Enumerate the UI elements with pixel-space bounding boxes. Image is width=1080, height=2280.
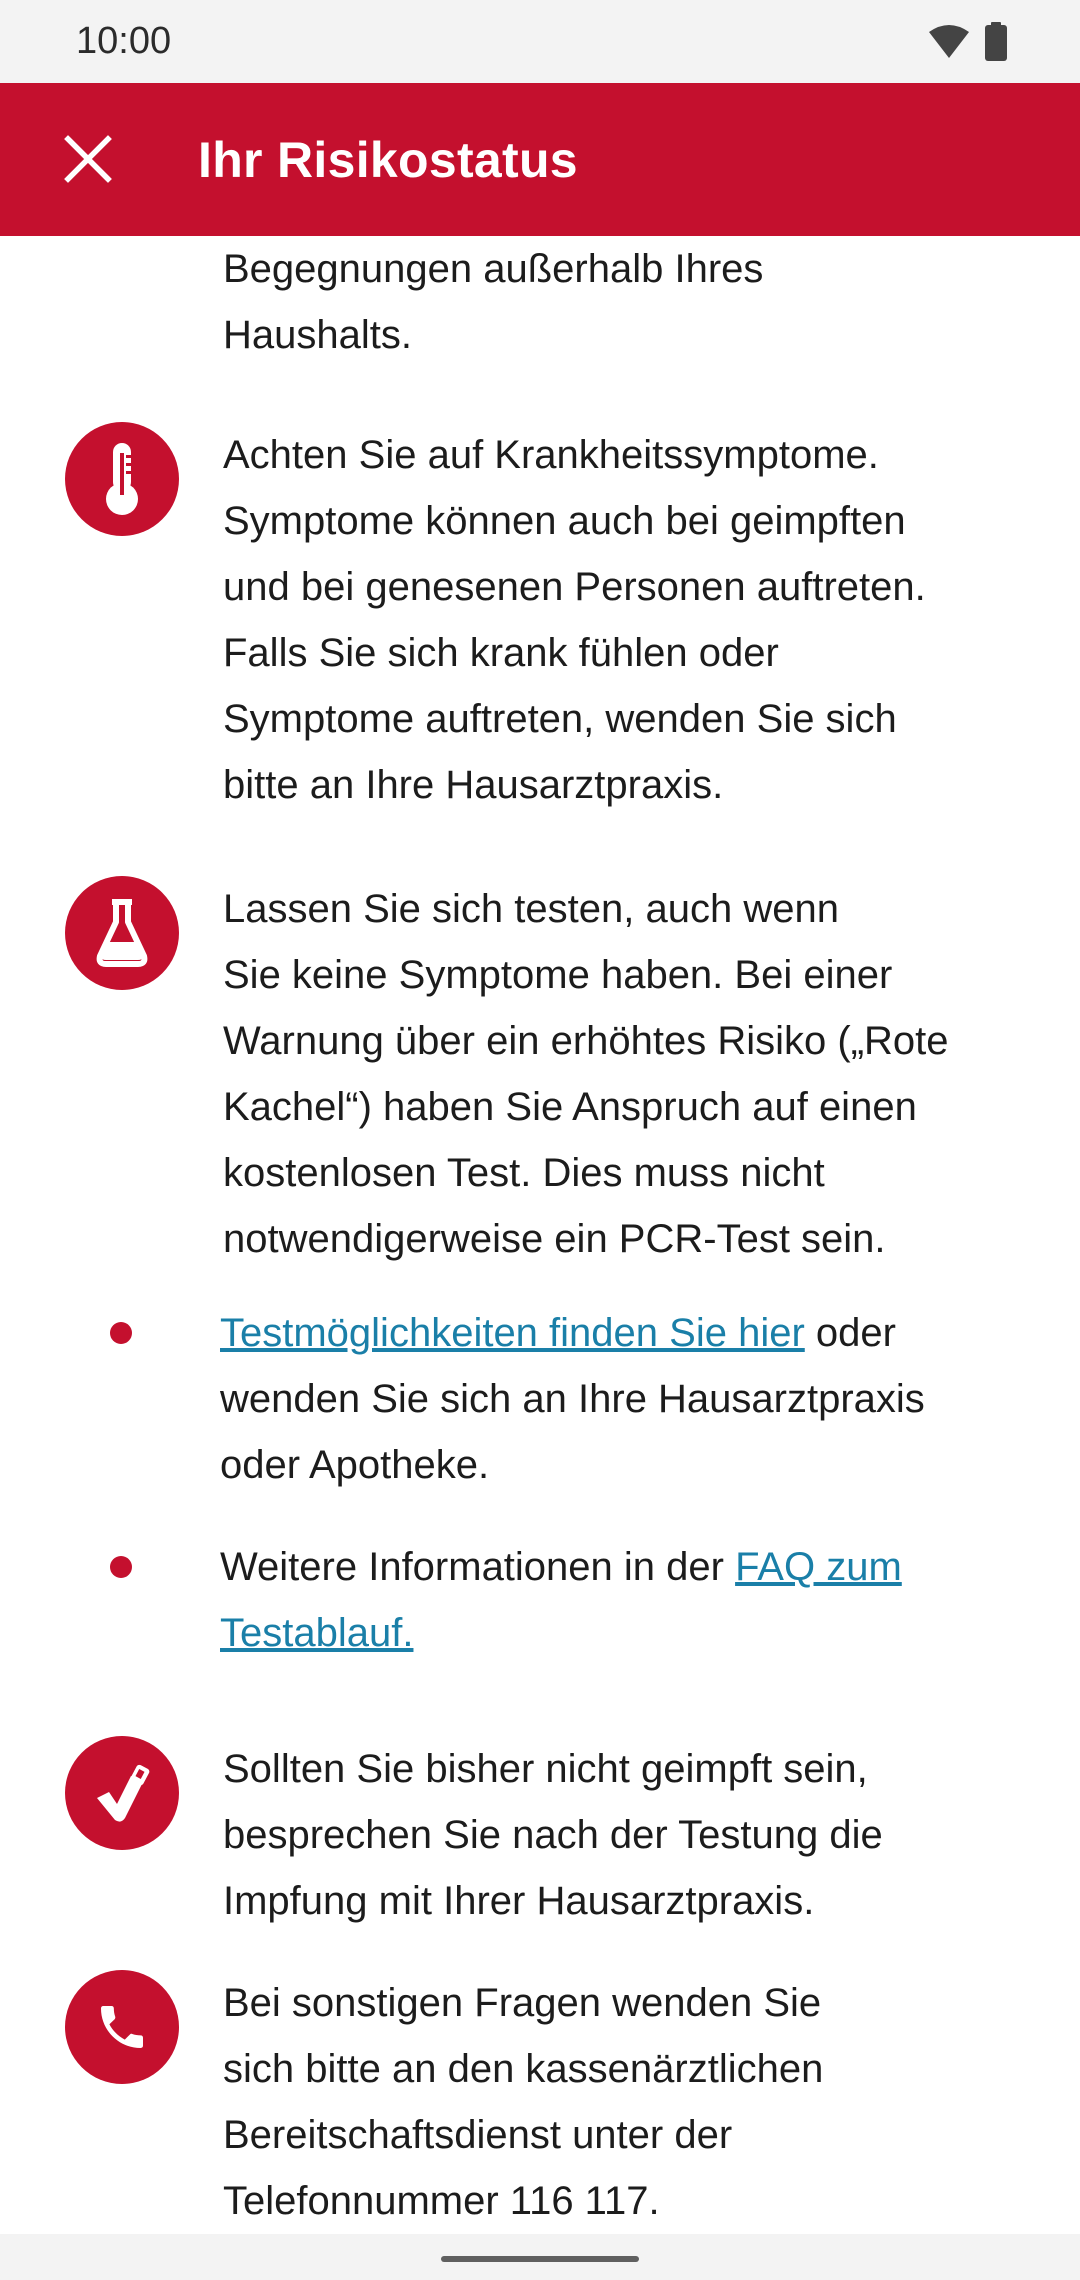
contact-text: Bei sonstigen Fragen wenden Sie sich bit… <box>223 1970 1023 2234</box>
testing-line: Sie keine Symptome haben. Bei einer <box>223 953 893 997</box>
faq-link[interactable]: FAQ zum <box>735 1545 902 1589</box>
status-bar: 10:00 <box>0 0 1080 83</box>
contact-line: Bereitschaftsdienst unter der <box>223 2113 733 2157</box>
symptoms-line: bitte an Ihre Hausarztpraxis. <box>223 763 724 807</box>
testing-line: notwendigerweise ein PCR-Test sein. <box>223 1217 886 1261</box>
vaccination-line: Sollten Sie bisher nicht geimpft sein, <box>223 1747 868 1791</box>
status-time: 10:00 <box>76 20 172 62</box>
flask-icon <box>65 876 179 990</box>
bullet-marker <box>110 1322 132 1344</box>
risk-status-content[interactable]: Begegnungen außerhalb Ihres Haushalts. A… <box>0 236 1080 2234</box>
intro-text: Begegnungen außerhalb Ihres Haushalts. <box>223 236 1023 368</box>
faq-before: Weitere Informationen in der <box>220 1545 736 1589</box>
status-icons <box>928 22 1008 67</box>
test-locations-line: wenden Sie sich an Ihre Hausarztpraxis <box>220 1377 925 1421</box>
home-gesture-handle[interactable] <box>441 2256 639 2262</box>
app-bar: Ihr Risikostatus <box>0 83 1080 236</box>
testing-text: Lassen Sie sich testen, auch wenn Sie ke… <box>223 876 1023 1272</box>
vaccination-text: Sollten Sie bisher nicht geimpft sein, b… <box>223 1736 1023 1934</box>
navigation-bar <box>0 2234 1080 2280</box>
close-icon <box>64 135 112 183</box>
wifi-icon <box>928 24 970 65</box>
test-locations-link[interactable]: Testmöglichkeiten finden Sie hier <box>220 1311 805 1355</box>
test-locations-text: Testmöglichkeiten finden Sie hier oder w… <box>220 1300 1020 1498</box>
faq-link-continued[interactable]: Testablauf. <box>220 1611 413 1655</box>
contact-line: sich bitte an den kassenärztlichen <box>223 2047 824 2091</box>
intro-line: Begegnungen außerhalb Ihres <box>223 247 764 291</box>
symptoms-line: Symptome auftreten, wenden Sie sich <box>223 697 897 741</box>
testing-line: Lassen Sie sich testen, auch wenn <box>223 887 839 931</box>
symptoms-text: Achten Sie auf Krankheitssymptome. Sympt… <box>223 422 1023 818</box>
intro-line: Haushalts. <box>223 313 412 357</box>
close-button[interactable] <box>46 117 130 201</box>
vaccination-line: besprechen Sie nach der Testung die <box>223 1813 883 1857</box>
test-locations-line: oder Apotheke. <box>220 1443 490 1487</box>
symptoms-line: Achten Sie auf Krankheitssymptome. <box>223 433 879 477</box>
thermometer-icon <box>65 422 179 536</box>
contact-line: Bei sonstigen Fragen wenden Sie <box>223 1981 822 2025</box>
symptoms-line: Symptome können auch bei geimpften <box>223 499 906 543</box>
vaccination-line: Impfung mit Ihrer Hausarztpraxis. <box>223 1879 815 1923</box>
testing-line: Kachel“) haben Sie Anspruch auf einen <box>223 1085 917 1129</box>
symptoms-line: Falls Sie sich krank fühlen oder <box>223 631 779 675</box>
test-locations-after: oder <box>804 1311 896 1355</box>
vaccination-arm-icon <box>65 1736 179 1850</box>
symptoms-line: und bei genesenen Personen auftreten. <box>223 565 926 609</box>
contact-line: Telefonnummer 116 117. <box>223 2179 660 2223</box>
battery-icon <box>984 22 1008 67</box>
phone-icon <box>65 1970 179 2084</box>
bullet-marker <box>110 1556 132 1578</box>
testing-line: kostenlosen Test. Dies muss nicht <box>223 1151 825 1195</box>
faq-text: Weitere Informationen in der FAQ zum Tes… <box>220 1534 1020 1666</box>
page-title: Ihr Risikostatus <box>198 132 578 188</box>
testing-line: Warnung über ein erhöhtes Risiko („Rote <box>223 1019 949 1063</box>
